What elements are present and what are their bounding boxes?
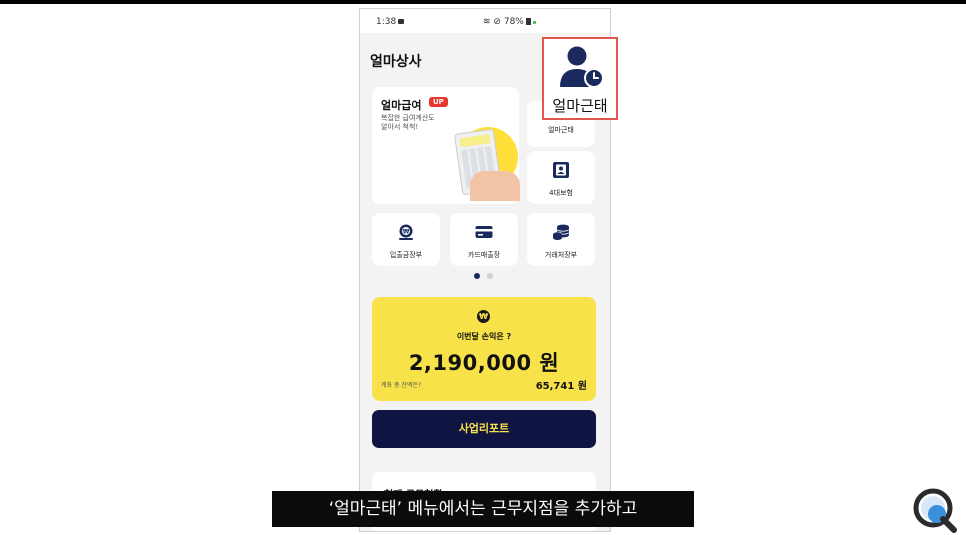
battery-percent: 78% xyxy=(503,17,524,27)
profit-amount: 2,190,000 원 xyxy=(408,351,560,375)
menu-card-sales[interactable]: 카드매출장 xyxy=(450,213,518,266)
menu-card-sales-label: 카드매출장 xyxy=(467,251,501,259)
dnd-icon: ⊘ xyxy=(493,17,501,27)
menu-insurance[interactable]: 4대보험 xyxy=(527,151,595,204)
svg-text:₩: ₩ xyxy=(403,228,410,235)
balance-label: 계좌 총 잔액은? xyxy=(381,382,422,389)
status-dot xyxy=(532,21,536,24)
menu-cash-ledger[interactable]: ₩ 입출금장부 xyxy=(372,213,440,266)
up-badge: UP xyxy=(429,97,448,107)
video-subtitle: ‘얼마근태’ 메뉴에서는 근무지점을 추가하고 xyxy=(272,491,694,527)
menu-insurance-label: 4대보험 xyxy=(549,189,573,197)
menu-cash-ledger-label: 입출금장부 xyxy=(389,251,423,259)
id-card-icon xyxy=(553,162,569,178)
credit-card-icon xyxy=(475,226,493,238)
won-coin-icon: ₩ xyxy=(399,224,413,240)
pager-dot-active[interactable] xyxy=(474,273,480,279)
menu-client-ledger-label: 거래처장부 xyxy=(544,251,578,259)
wifi-icon: ≋ xyxy=(483,17,491,27)
hand-illustration xyxy=(470,171,520,201)
camera-icon xyxy=(398,19,404,24)
status-right: ≋ ⊘ 78% xyxy=(483,17,536,27)
status-time: 1:38 xyxy=(376,17,397,27)
profit-card[interactable]: ₩ 이번달 손익은 ? 2,190,000 원 계좌 총 잔액은? 65,741… xyxy=(372,297,596,401)
business-report-button[interactable]: 사업리포트 xyxy=(372,410,596,448)
salary-card[interactable]: 얼마급여 UP 복잡한 급여계산도 알아서 척척! xyxy=(372,87,520,204)
search-magnifier-icon xyxy=(913,488,957,533)
won-coin-icon: ₩ xyxy=(477,310,490,323)
attendance-callout-label: 얼마근태 xyxy=(552,97,608,115)
attendance-callout: 얼마근태 xyxy=(542,37,618,120)
company-name: 얼마상사 xyxy=(370,54,422,70)
video-top-bar xyxy=(0,0,966,4)
pager-dot[interactable] xyxy=(487,273,493,279)
balance-value: 65,741 원 xyxy=(535,381,587,392)
menu-attendance-label: 얼마근태 xyxy=(548,126,574,134)
salary-title: 얼마급여 xyxy=(381,99,422,112)
user-clock-icon xyxy=(560,46,604,88)
profit-question: 이번달 손익은 ? xyxy=(456,332,512,341)
coins-stack-icon xyxy=(552,224,570,240)
menu-client-ledger[interactable]: 거래처장부 xyxy=(527,213,595,266)
status-bar: 1:38 ≋ ⊘ 78% xyxy=(360,9,610,33)
battery-icon xyxy=(525,18,531,25)
salary-desc: 복잡한 급여계산도 알아서 척척! xyxy=(381,114,435,131)
